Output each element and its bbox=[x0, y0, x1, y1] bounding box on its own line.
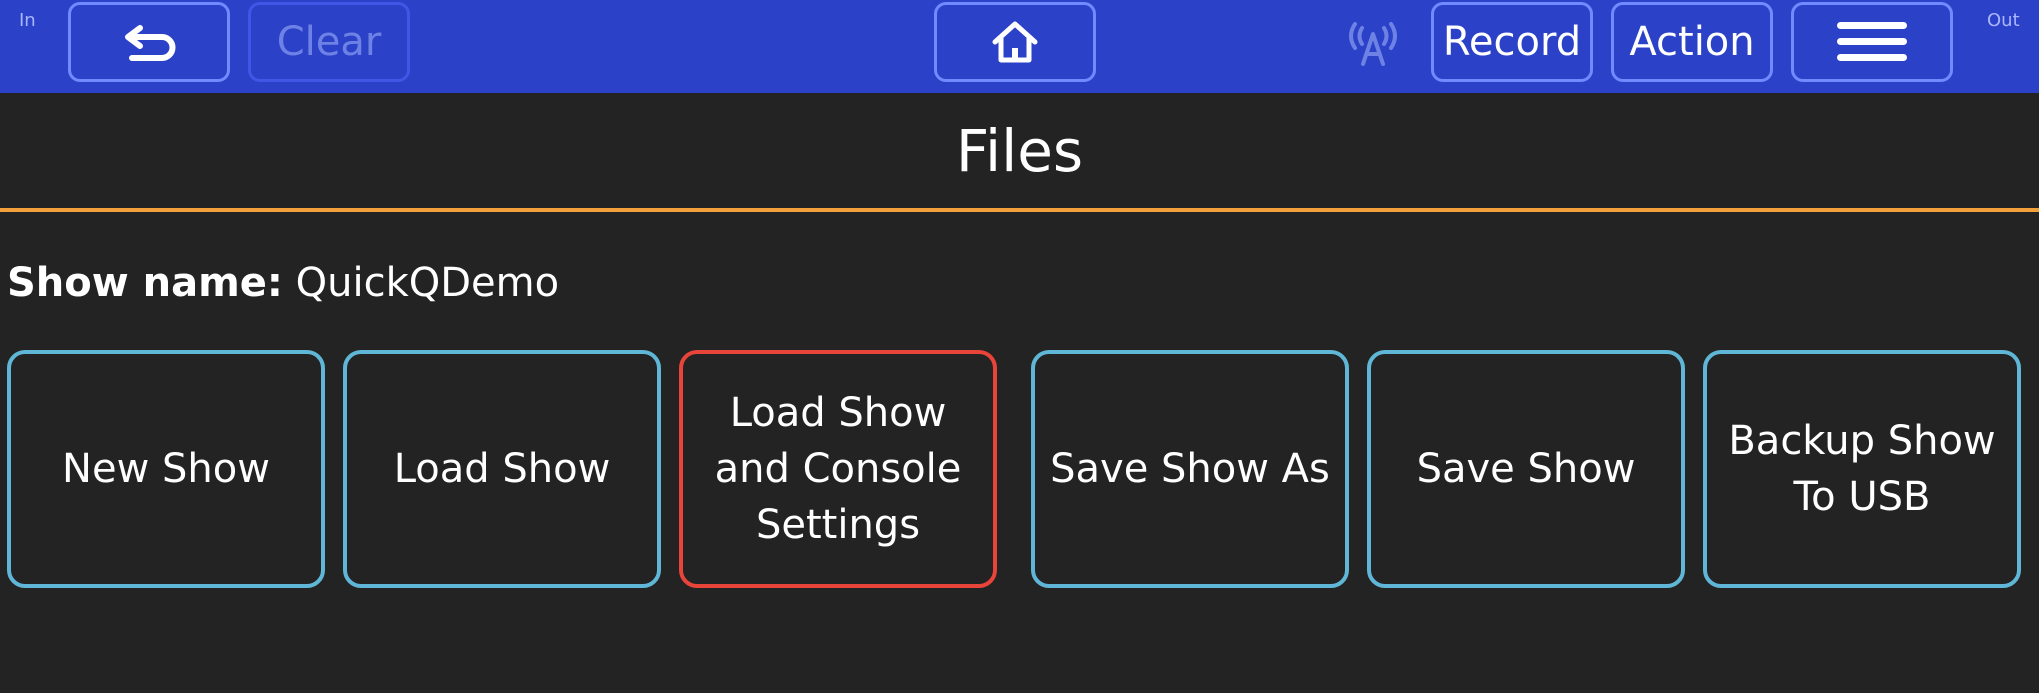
in-label: In bbox=[19, 10, 36, 31]
show-name-row: Show name: QuickQDemo bbox=[7, 260, 559, 306]
home-button[interactable] bbox=[934, 2, 1096, 82]
undo-arrow-icon bbox=[118, 22, 180, 62]
show-name-value: QuickQDemo bbox=[295, 260, 560, 306]
save-show-button[interactable]: Save Show bbox=[1367, 350, 1685, 588]
record-button[interactable]: Record bbox=[1431, 2, 1593, 82]
load-show-and-console-settings-button[interactable]: Load Show and Console Settings bbox=[679, 350, 997, 588]
backup-show-to-usb-button[interactable]: Backup Show To USB bbox=[1703, 350, 2021, 588]
show-name-label: Show name: bbox=[7, 260, 283, 306]
page-title: Files bbox=[955, 117, 1084, 185]
hamburger-menu-icon bbox=[1835, 20, 1909, 64]
action-button[interactable]: Action bbox=[1611, 2, 1773, 82]
save-show-as-button[interactable]: Save Show As bbox=[1031, 350, 1349, 588]
new-show-button[interactable]: New Show bbox=[7, 350, 325, 588]
home-icon bbox=[991, 20, 1039, 64]
title-divider bbox=[0, 208, 2039, 212]
antenna-icon bbox=[1345, 18, 1401, 68]
top-toolbar: In Clear Record Action Out bbox=[0, 0, 2039, 93]
load-show-button[interactable]: Load Show bbox=[343, 350, 661, 588]
menu-button[interactable] bbox=[1791, 2, 1953, 82]
undo-button[interactable] bbox=[68, 2, 230, 82]
out-label: Out bbox=[1987, 10, 2020, 31]
clear-button[interactable]: Clear bbox=[248, 2, 410, 82]
